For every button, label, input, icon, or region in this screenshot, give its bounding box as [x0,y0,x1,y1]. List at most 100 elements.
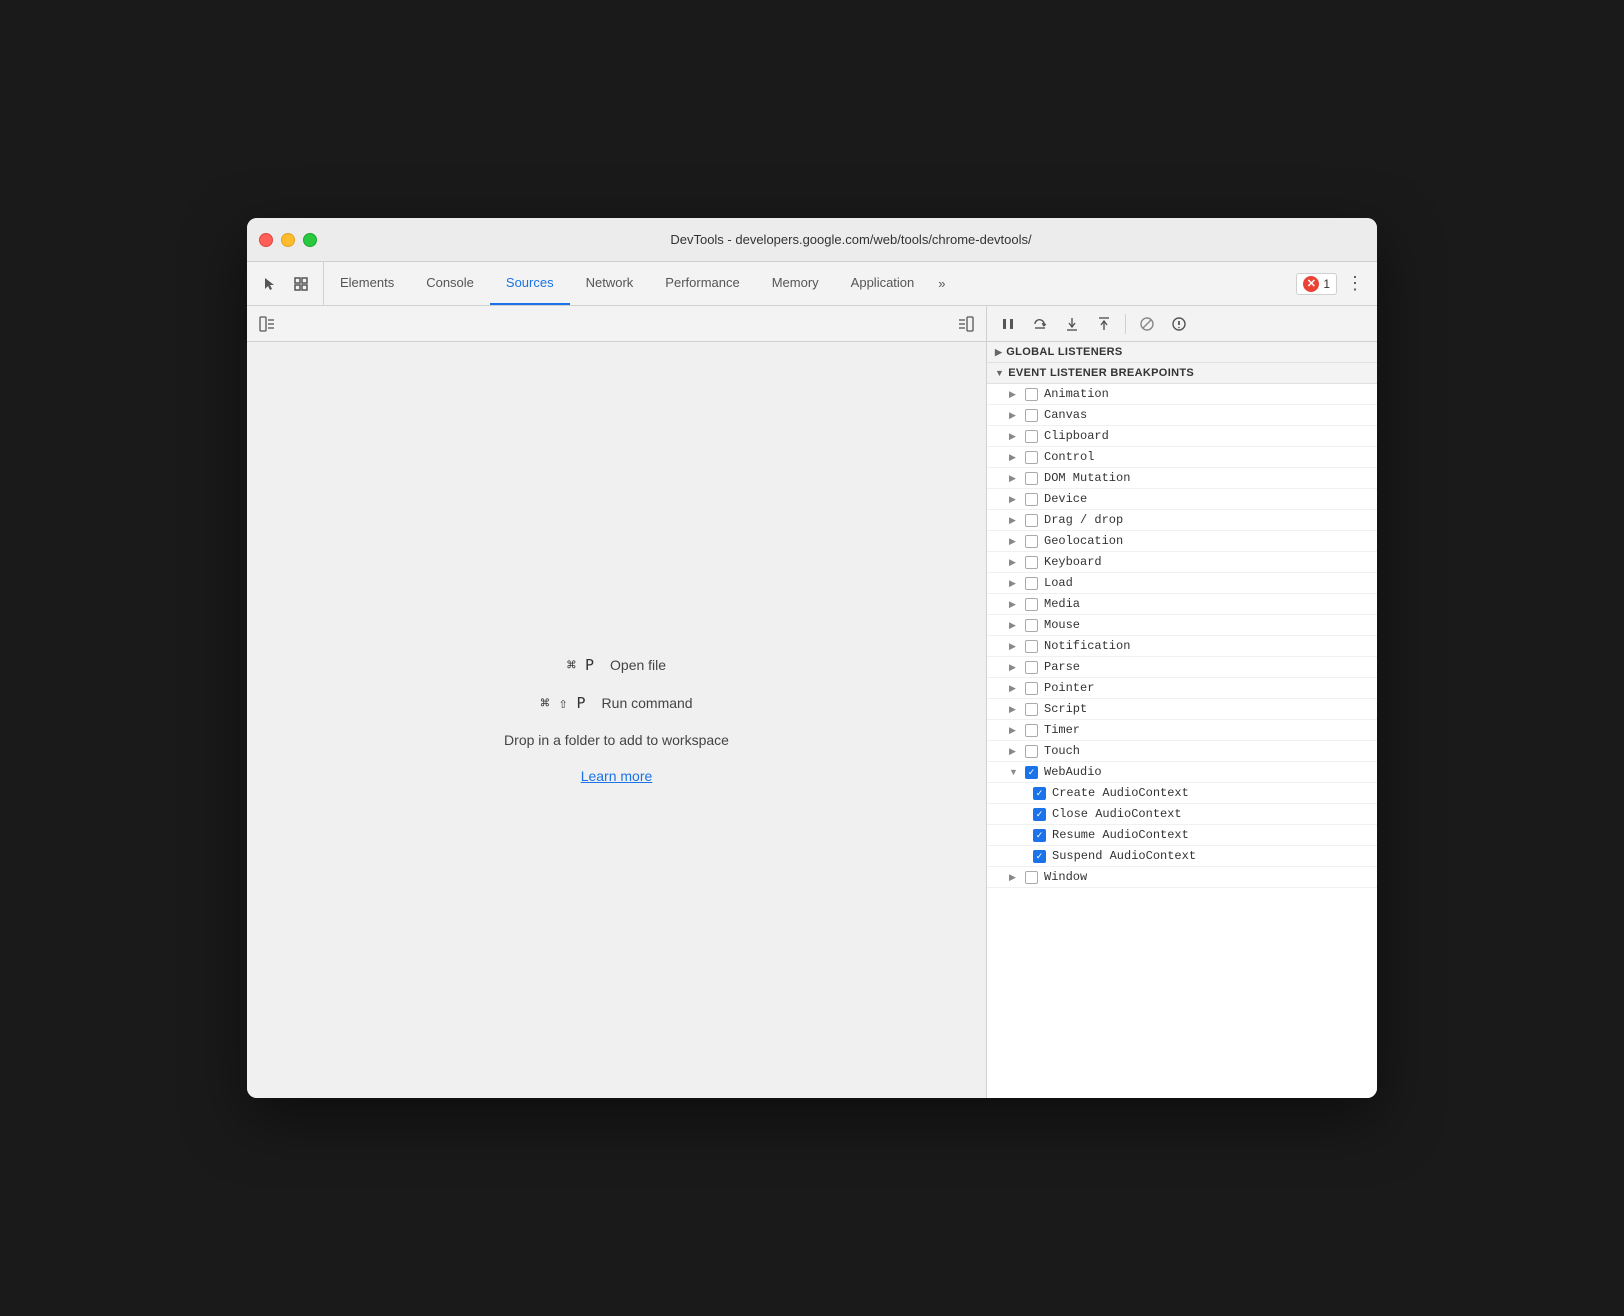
bp-media[interactable]: ▶ Media [987,594,1377,615]
bp-webaudio-checkbox[interactable] [1025,766,1038,779]
bp-keyboard[interactable]: ▶ Keyboard [987,552,1377,573]
bp-webaudio[interactable]: ▼ WebAudio [987,762,1377,783]
bp-mouse-checkbox[interactable] [1025,619,1038,632]
bp-suspend-audiocontext[interactable]: Suspend AudioContext [987,846,1377,867]
tab-network[interactable]: Network [570,262,650,305]
bp-parse[interactable]: ▶ Parse [987,657,1377,678]
show-debugger-button[interactable] [954,312,978,336]
bp-dom-mutation[interactable]: ▶ DOM Mutation [987,468,1377,489]
bp-control-arrow: ▶ [1009,452,1019,463]
step-over-button[interactable] [1027,311,1053,337]
step-out-button[interactable] [1091,311,1117,337]
global-listeners-header[interactable]: ▶ Global Listeners [987,342,1377,363]
bp-window-arrow: ▶ [1009,872,1019,883]
bp-timer-label: Timer [1044,723,1080,737]
bp-load-checkbox[interactable] [1025,577,1038,590]
bp-touch-checkbox[interactable] [1025,745,1038,758]
cursor-icon[interactable] [255,270,283,298]
bp-suspend-audiocontext-label: Suspend AudioContext [1052,849,1196,863]
bp-keyboard-checkbox[interactable] [1025,556,1038,569]
tab-console[interactable]: Console [410,262,490,305]
bp-resume-audiocontext-checkbox[interactable] [1033,829,1046,842]
traffic-lights [259,233,317,247]
bp-create-audiocontext[interactable]: Create AudioContext [987,783,1377,804]
inspect-icon[interactable] [287,270,315,298]
right-panel: ▶ Global Listeners ▼ Event Listener Brea… [987,306,1377,1098]
bp-drag-drop-checkbox[interactable] [1025,514,1038,527]
bp-device-checkbox[interactable] [1025,493,1038,506]
event-listener-arrow: ▼ [995,368,1004,378]
bp-canvas-arrow: ▶ [1009,410,1019,421]
show-navigator-button[interactable] [255,312,279,336]
bp-keyboard-arrow: ▶ [1009,557,1019,568]
bp-window[interactable]: ▶ Window [987,867,1377,888]
bp-close-audiocontext[interactable]: Close AudioContext [987,804,1377,825]
bp-geolocation-checkbox[interactable] [1025,535,1038,548]
bp-touch[interactable]: ▶ Touch [987,741,1377,762]
bp-control[interactable]: ▶ Control [987,447,1377,468]
bp-geolocation[interactable]: ▶ Geolocation [987,531,1377,552]
bp-resume-audiocontext[interactable]: Resume AudioContext [987,825,1377,846]
bp-create-audiocontext-checkbox[interactable] [1033,787,1046,800]
deactivate-breakpoints-button[interactable] [1134,311,1160,337]
bp-drag-drop[interactable]: ▶ Drag / drop [987,510,1377,531]
bp-pointer-checkbox[interactable] [1025,682,1038,695]
maximize-button[interactable] [303,233,317,247]
debugger-toolbar [987,306,1377,342]
main-content: ⌘ P Open file ⌘ ⇧ P Run command Drop in … [247,306,1377,1098]
pause-on-exceptions-button[interactable] [1166,311,1192,337]
bp-resume-audiocontext-label: Resume AudioContext [1052,828,1189,842]
bp-canvas-checkbox[interactable] [1025,409,1038,422]
bp-timer[interactable]: ▶ Timer [987,720,1377,741]
more-options-button[interactable]: ⋮ [1341,270,1369,298]
bp-mouse[interactable]: ▶ Mouse [987,615,1377,636]
event-listener-breakpoints-header[interactable]: ▼ Event Listener Breakpoints [987,363,1377,384]
tabs: Elements Console Sources Network Perform… [324,262,1288,305]
more-tabs-button[interactable]: » [930,262,953,305]
bp-notification[interactable]: ▶ Notification [987,636,1377,657]
error-badge[interactable]: ✕ 1 [1296,273,1337,295]
bp-notification-checkbox[interactable] [1025,640,1038,653]
tab-application[interactable]: Application [835,262,931,305]
bp-dom-mutation-checkbox[interactable] [1025,472,1038,485]
bp-suspend-audiocontext-checkbox[interactable] [1033,850,1046,863]
error-icon: ✕ [1303,276,1319,292]
pause-button[interactable] [995,311,1021,337]
bp-clipboard-arrow: ▶ [1009,431,1019,442]
bp-script-arrow: ▶ [1009,704,1019,715]
tab-sources[interactable]: Sources [490,262,570,305]
bp-clipboard[interactable]: ▶ Clipboard [987,426,1377,447]
step-into-button[interactable] [1059,311,1085,337]
bp-timer-checkbox[interactable] [1025,724,1038,737]
bp-dom-mutation-label: DOM Mutation [1044,471,1130,485]
learn-more-link[interactable]: Learn more [581,768,653,784]
drop-folder-text: Drop in a folder to add to workspace [504,732,729,748]
tab-elements[interactable]: Elements [324,262,410,305]
bp-animation-arrow: ▶ [1009,389,1019,400]
bp-media-checkbox[interactable] [1025,598,1038,611]
bp-close-audiocontext-checkbox[interactable] [1033,808,1046,821]
bp-device[interactable]: ▶ Device [987,489,1377,510]
bp-animation-checkbox[interactable] [1025,388,1038,401]
left-panel-toolbar [247,306,986,342]
bp-create-audiocontext-label: Create AudioContext [1052,786,1189,800]
bp-pointer[interactable]: ▶ Pointer [987,678,1377,699]
bp-script-checkbox[interactable] [1025,703,1038,716]
bp-window-checkbox[interactable] [1025,871,1038,884]
minimize-button[interactable] [281,233,295,247]
bp-control-checkbox[interactable] [1025,451,1038,464]
close-button[interactable] [259,233,273,247]
bp-touch-arrow: ▶ [1009,746,1019,757]
bp-clipboard-checkbox[interactable] [1025,430,1038,443]
tab-memory[interactable]: Memory [756,262,835,305]
bp-geolocation-arrow: ▶ [1009,536,1019,547]
bp-animation[interactable]: ▶ Animation [987,384,1377,405]
bp-load[interactable]: ▶ Load [987,573,1377,594]
shortcut-open-file-keys: ⌘ P [567,656,594,674]
bp-parse-checkbox[interactable] [1025,661,1038,674]
bp-animation-label: Animation [1044,387,1109,401]
bp-canvas[interactable]: ▶ Canvas [987,405,1377,426]
bp-script[interactable]: ▶ Script [987,699,1377,720]
tab-performance[interactable]: Performance [649,262,755,305]
breakpoints-panel: ▶ Global Listeners ▼ Event Listener Brea… [987,342,1377,1098]
